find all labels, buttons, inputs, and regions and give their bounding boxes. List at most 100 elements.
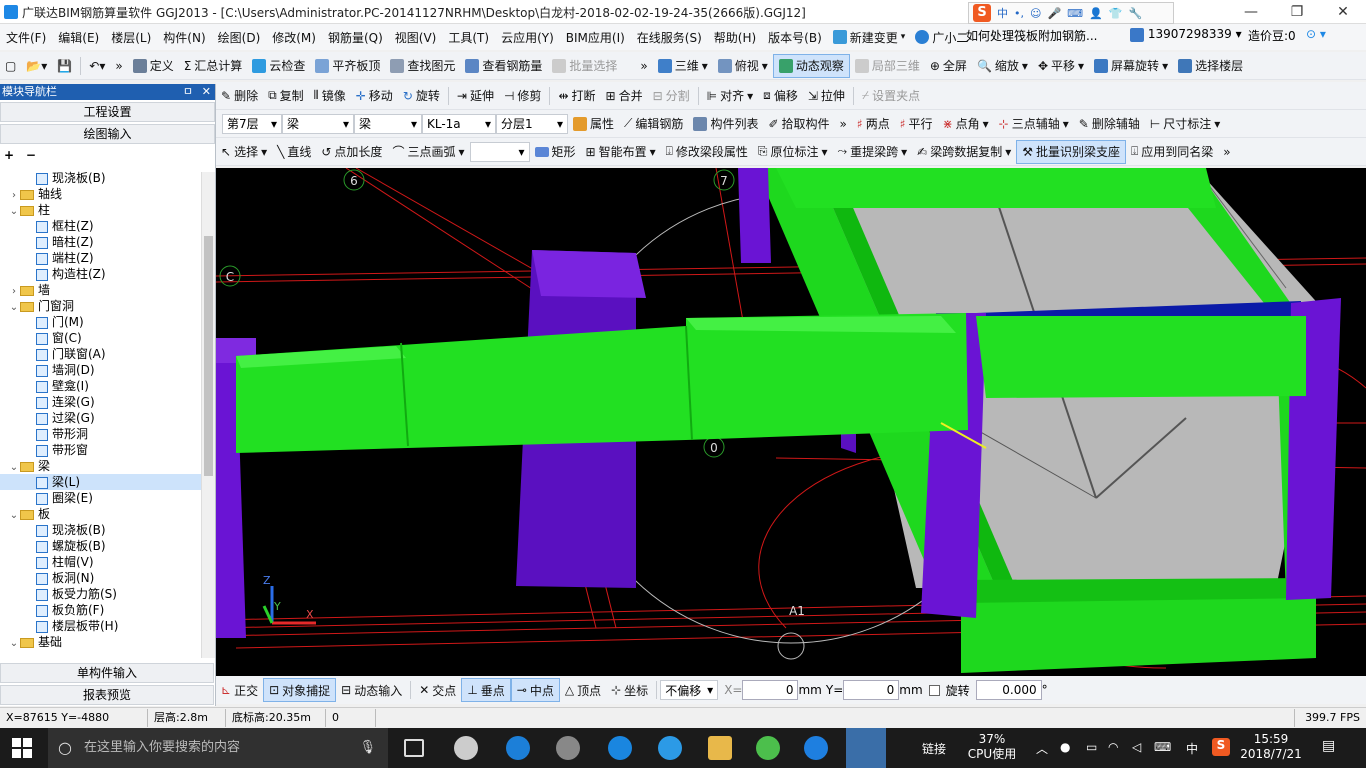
extend-button[interactable]: ⇥ 延伸 [452,84,499,108]
redo-icon[interactable]: » [110,54,127,78]
single-input-button[interactable]: 单构件输入 [0,663,214,683]
pin-icon[interactable]: ㅁ [183,84,193,100]
drawing-input-button[interactable]: 绘图输入 [0,124,215,144]
find-button[interactable]: 查找图元 [385,54,460,78]
menu-item[interactable]: 构件(N) [157,29,211,46]
batch-identify-button[interactable]: ⚒ 批量识别梁支座 [1016,139,1127,164]
tree-item[interactable]: 门(M) [0,314,215,330]
break-button[interactable]: ⇹ 打断 [553,84,600,108]
tree-scroll-thumb[interactable] [204,236,213,476]
mirror-button[interactable]: ⫴ 镜像 [309,84,351,108]
active-app-icon[interactable] [846,728,886,768]
tree-folder[interactable]: ⌄ 柱 [0,202,215,218]
ggj-app-icon[interactable] [556,736,580,760]
taskbar-search[interactable]: ○ 在这里输入你要搜索的内容 🎙 [48,728,388,768]
menu-item[interactable]: BIM应用(I) [560,29,631,46]
zoom-button[interactable]: 🔍 缩放 ▾ [972,54,1033,78]
type1-select[interactable]: 梁 ▾ [282,113,354,134]
tree-folder[interactable]: › 墙 [0,282,215,298]
skin-icon[interactable]: 👕 [1109,7,1123,20]
rotate-checkbox[interactable] [928,684,940,696]
notification-icon[interactable]: ▤ [1322,738,1335,754]
task-view-icon[interactable] [404,739,424,757]
help-icon[interactable]: ⊙ ▾ [1306,27,1326,41]
keyboard-tray-icon[interactable]: ⌨ [1154,740,1171,754]
tree-item[interactable]: 板受力筋(S) [0,586,215,602]
tray-chevron-icon[interactable]: ︿ [1036,740,1048,757]
orig-label-button[interactable]: ⎘ 原位标注 ▾ [753,140,833,164]
keyboard-icon[interactable]: ⌨ [1067,7,1083,20]
clock[interactable]: 15:59 2018/7/21 [1236,732,1306,762]
define-button[interactable]: 定义 [128,54,179,78]
type2-select[interactable]: 梁 ▾ [354,113,422,134]
line-button[interactable]: ╲ 直线 [272,140,316,164]
tree-item[interactable]: 窗(C) [0,330,215,346]
question-link[interactable]: 如何处理筏板附加钢筋... [966,27,1097,44]
collapse-all-icon[interactable]: − [26,148,36,162]
ie-icon[interactable] [658,736,682,760]
view-rebar-button[interactable]: 查看钢筋量 [460,54,547,78]
component-select[interactable]: KL-1a ▾ [422,113,496,134]
tree-scrollbar[interactable] [201,172,215,658]
rect-button[interactable]: 矩形 [530,140,581,164]
undo-icon[interactable]: ↶▾ [84,54,110,78]
batch-select-button[interactable]: 批量选择 [547,54,622,78]
trim-button[interactable]: ⊣ 修剪 [499,84,546,108]
x-input[interactable]: 0 [742,680,799,700]
tree-item[interactable]: 柱帽(V) [0,554,215,570]
property-button[interactable]: 属性 [568,112,619,136]
dynamic-view-button[interactable]: 动态观察 [772,53,850,78]
wifi-icon[interactable]: ◠ [1108,740,1118,754]
vertex-toggle[interactable]: △ 顶点 [560,678,606,702]
edge-browser-icon[interactable] [506,736,530,760]
flat-top-button[interactable]: 平齐板顶 [310,54,385,78]
point-length-button[interactable]: ↺ 点加长度 [316,140,387,164]
tree-folder[interactable]: ⌄ 板 [0,506,215,522]
menu-item[interactable]: 视图(V) [389,29,443,46]
coord-toggle[interactable]: ⊹ 坐标 [606,678,653,702]
tree-folder[interactable]: ⌄ 梁 [0,458,215,474]
fullscreen-button[interactable]: ⊕ 全屏 [925,54,972,78]
report-preview-button[interactable]: 报表预览 [0,685,214,705]
windows-start-icon[interactable] [12,738,32,758]
pick-button[interactable]: ✐ 拾取构件 [763,112,834,136]
dimension-button[interactable]: ⊢ 尺寸标注 ▾ [1145,112,1226,136]
tree-item[interactable]: 现浇板(B) [0,522,215,538]
set-point-button[interactable]: ⌿ 设置夹点 [857,84,925,108]
tree-item[interactable]: 带形洞 [0,426,215,442]
offset-select[interactable]: 不偏移 ▾ [660,680,719,700]
minimize-button[interactable]: — [1228,0,1274,24]
tree-folder[interactable]: › 轴线 [0,186,215,202]
open-file-icon[interactable]: 📂▾ [21,54,52,78]
snap-toggle[interactable]: ⊡ 对象捕捉 [263,678,337,702]
drawing-canvas[interactable]: 6 7 C 0 A1 Z Y X [216,168,1366,676]
punct-icon[interactable]: •, [1014,7,1024,20]
guanglian-app-icon[interactable] [804,736,828,760]
guangxiaoer-button[interactable]: 广小二 [910,25,973,49]
component-list-button[interactable]: 构件列表 [688,112,763,136]
account[interactable]: 13907298339 ▾ [1130,27,1242,42]
sogou-tray-icon[interactable]: S [1212,738,1230,756]
emoji-icon[interactable]: ☺ [1030,7,1041,20]
fan-app-icon[interactable] [454,736,478,760]
tree-item[interactable]: 构造柱(Z) [0,266,215,282]
ime-lang[interactable]: 中 [997,5,1008,21]
wrench-icon[interactable]: 🔧 [1128,7,1142,20]
menu-item[interactable]: 修改(M) [266,29,322,46]
intersection-toggle[interactable]: ✕ 交点 [414,678,461,702]
model-3d-view[interactable]: 6 7 C 0 A1 Z Y X [216,168,1366,676]
maximize-button[interactable]: ❐ [1274,0,1320,24]
360-browser-icon[interactable] [756,736,780,760]
menu-item[interactable]: 云应用(Y) [495,29,560,46]
new-change-button[interactable]: 新建变更 ▾ [828,25,911,49]
layer-select[interactable]: 分层1 ▾ [496,113,568,134]
move-button[interactable]: ✛ 移动 [351,84,398,108]
close-nav-icon[interactable]: ✕ [202,84,211,100]
modify-span-button[interactable]: ⍗ 修改梁段属性 [661,140,753,164]
three-point-arc-button[interactable]: ⌒ 三点画弧 ▾ [387,140,469,164]
copy-button[interactable]: ⧉ 复制 [263,84,309,108]
menu-item[interactable]: 版本号(B) [762,29,828,46]
y-input[interactable]: 0 [843,680,900,700]
rotate-input[interactable]: 0.000 [975,680,1042,700]
floor-select[interactable]: 第7层 ▾ [222,113,282,134]
